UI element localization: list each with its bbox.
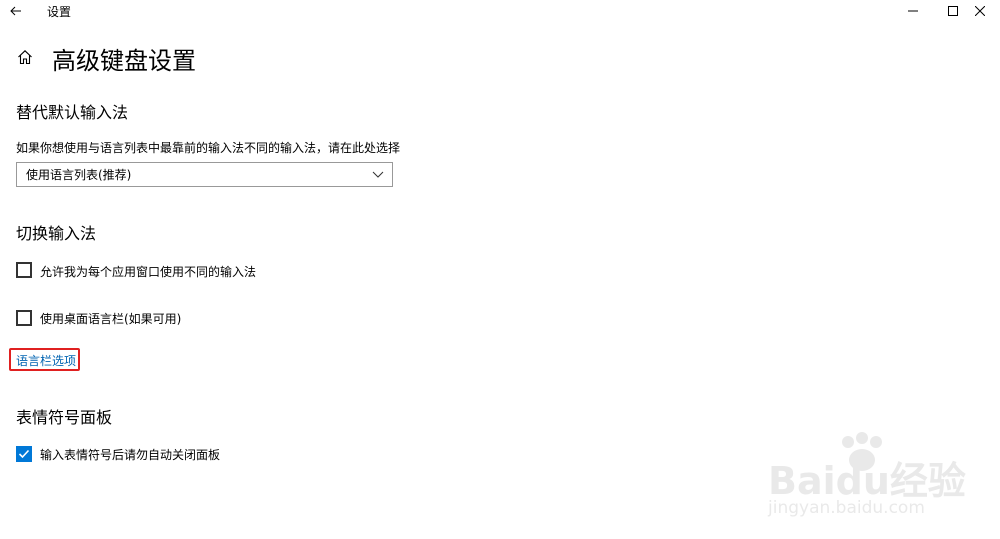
page-title: 高级键盘设置 (52, 47, 196, 75)
minimize-icon (908, 10, 918, 12)
home-icon (18, 50, 32, 65)
desktop-language-bar-label[interactable]: 使用桌面语言栏(如果可用) (40, 310, 181, 327)
per-app-window-label[interactable]: 允许我为每个应用窗口使用不同的输入法 (40, 263, 256, 280)
chevron-down-icon (372, 171, 384, 178)
dropdown-value: 使用语言列表(推荐) (26, 168, 132, 182)
back-button[interactable] (4, 0, 28, 22)
input-method-dropdown[interactable]: 使用语言列表(推荐) (16, 162, 393, 187)
language-bar-options-link[interactable]: 语言栏选项 (16, 352, 76, 369)
per-app-window-checkbox[interactable] (16, 262, 32, 278)
emoji-keep-open-checkbox[interactable] (16, 446, 32, 462)
baidu-watermark: Baidu经验 jingyan.baidu.com (760, 430, 966, 530)
close-icon (975, 6, 985, 16)
watermark-brand: Baidu经验 (768, 459, 966, 503)
minimize-button[interactable] (893, 0, 933, 22)
emoji-section-title: 表情符号面板 (16, 408, 113, 427)
override-description: 如果你想使用与语言列表中最靠前的输入法不同的输入法，请在此处选择 (16, 141, 401, 155)
emoji-keep-open-label[interactable]: 输入表情符号后请勿自动关闭面板 (40, 446, 220, 463)
watermark-url: jingyan.baidu.com (768, 498, 925, 518)
desktop-language-bar-checkbox[interactable] (16, 310, 32, 326)
switch-section-title: 切换输入法 (16, 224, 97, 243)
home-button[interactable] (14, 47, 36, 67)
checkmark-icon (18, 449, 30, 459)
close-button[interactable] (960, 0, 1000, 22)
override-section-title: 替代默认输入法 (16, 103, 129, 122)
back-arrow-icon (10, 6, 21, 16)
window-title: 设置 (47, 5, 72, 19)
maximize-icon (948, 6, 958, 16)
